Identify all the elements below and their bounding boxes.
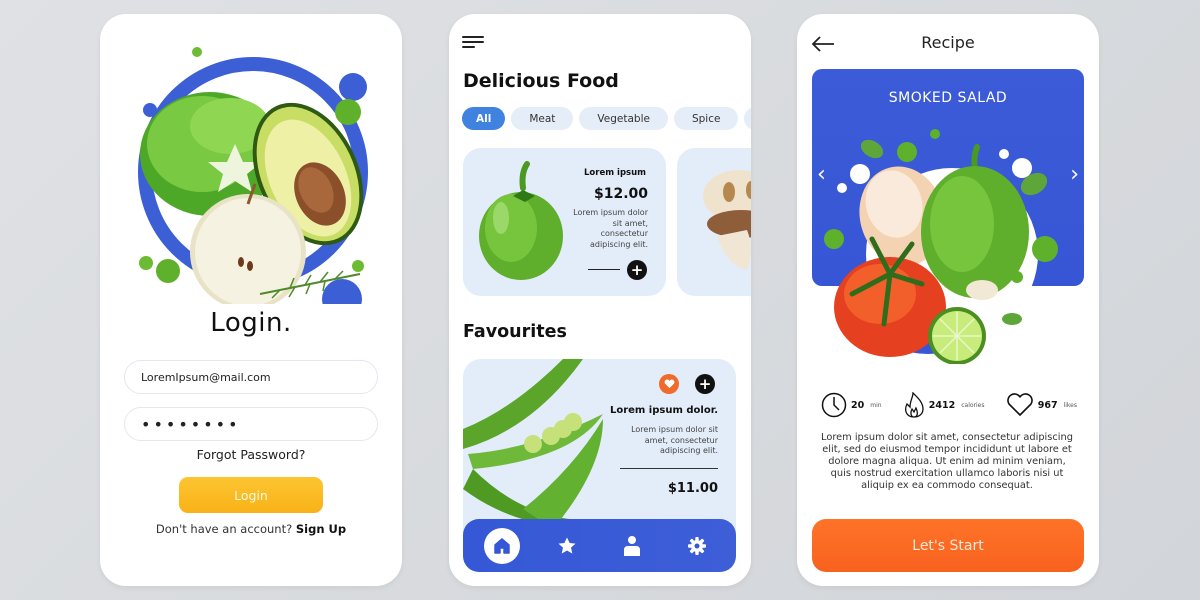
previous-arrow-button[interactable]: ‹: [817, 164, 826, 186]
favourite-price: $11.00: [667, 481, 718, 496]
category-chip-vegetable[interactable]: Vegetable: [579, 107, 668, 130]
gear-icon: [688, 536, 707, 555]
favourite-heart-button[interactable]: [659, 374, 679, 394]
user-icon: [624, 535, 641, 556]
nav-settings[interactable]: [679, 528, 715, 564]
hamburger-menu-icon[interactable]: [462, 36, 484, 50]
salad-illustration: [824, 129, 1058, 364]
likes-stat: 967 likes: [1006, 393, 1077, 417]
add-to-cart-button[interactable]: +: [627, 260, 647, 280]
time-unit: min: [870, 401, 882, 409]
calories-stat: 2412 calories: [903, 392, 985, 418]
dish-name: SMOKED SALAD: [888, 90, 1008, 106]
next-arrow-button[interactable]: ›: [1070, 164, 1079, 186]
food-card[interactable]: Lorem ipsum $12.00 Lorem ipsum dolor sit…: [463, 148, 666, 296]
category-chips: All Meat Vegetable Spice Sea: [462, 107, 751, 130]
favourite-name: Lorem ipsum dolor.: [609, 405, 718, 416]
signup-prompt: Don't have an account? Sign Up: [100, 522, 402, 536]
signup-link[interactable]: Sign Up: [296, 522, 346, 536]
favourite-description: Lorem ipsum dolor sit amet, consectetur …: [631, 425, 718, 455]
food-card-description: Lorem ipsum dolor sit amet, consectetur …: [573, 208, 648, 249]
food-card[interactable]: [677, 148, 751, 296]
calories-value: 2412: [928, 399, 956, 411]
home-icon: [493, 537, 510, 554]
login-screen: Login. LoremIpsum@mail.com •••••••• Forg…: [100, 14, 402, 586]
forgot-password-link[interactable]: Forgot Password?: [100, 447, 402, 462]
category-chip-meat[interactable]: Meat: [511, 107, 574, 130]
email-field[interactable]: LoremIpsum@mail.com: [124, 360, 378, 394]
divider: [588, 269, 620, 270]
heart-icon: [664, 379, 674, 389]
vegetable-bowl-illustration: [138, 47, 368, 304]
category-chip-spice[interactable]: Spice: [673, 107, 739, 130]
likes-value: 967: [1037, 399, 1058, 411]
category-chip-all[interactable]: All: [462, 107, 506, 130]
home-screen: Delicious Food All Meat Vegetable Spice …: [449, 14, 751, 586]
add-to-cart-button[interactable]: +: [695, 374, 715, 394]
no-account-text: Don't have an account?: [155, 522, 293, 536]
likes-unit: likes: [1063, 401, 1077, 409]
page-title: Recipe: [921, 33, 975, 52]
time-value: 20: [851, 399, 865, 411]
lets-start-button[interactable]: Let's Start: [812, 519, 1084, 572]
heart-outline-icon[interactable]: [1006, 393, 1034, 417]
food-card-price: $12.00: [593, 186, 648, 202]
star-icon: [558, 537, 576, 553]
calories-unit: calories: [961, 401, 985, 409]
time-stat: 20 min: [821, 392, 882, 418]
recipe-screen: Recipe SMOKED SALAD ‹ › 20 min 2412 calo…: [797, 14, 1099, 586]
nav-profile[interactable]: [614, 528, 650, 564]
divider: [620, 468, 718, 469]
clock-icon: [821, 392, 847, 418]
page-title: Delicious Food: [463, 70, 619, 92]
category-chip-sea[interactable]: Sea: [744, 107, 751, 130]
plus-icon: +: [630, 260, 644, 279]
flame-icon: [904, 392, 924, 418]
bottom-nav: [463, 519, 736, 572]
recipe-description: Lorem ipsum dolor sit amet, consectetur …: [821, 432, 1073, 491]
login-title: Login.: [210, 308, 292, 338]
peas-image: [463, 359, 613, 529]
plus-icon: +: [698, 374, 712, 393]
login-button[interactable]: Login: [179, 477, 323, 513]
food-card-name: Lorem ipsum: [584, 168, 646, 178]
nav-home[interactable]: [483, 527, 520, 564]
nav-favourites[interactable]: [549, 528, 585, 564]
favourites-title: Favourites: [463, 322, 567, 342]
recipe-stats: 20 min 2412 calories 967 likes: [821, 392, 1077, 418]
green-pepper-image: [479, 161, 563, 280]
mushroom-image: [703, 170, 751, 270]
password-field[interactable]: ••••••••: [124, 407, 378, 441]
